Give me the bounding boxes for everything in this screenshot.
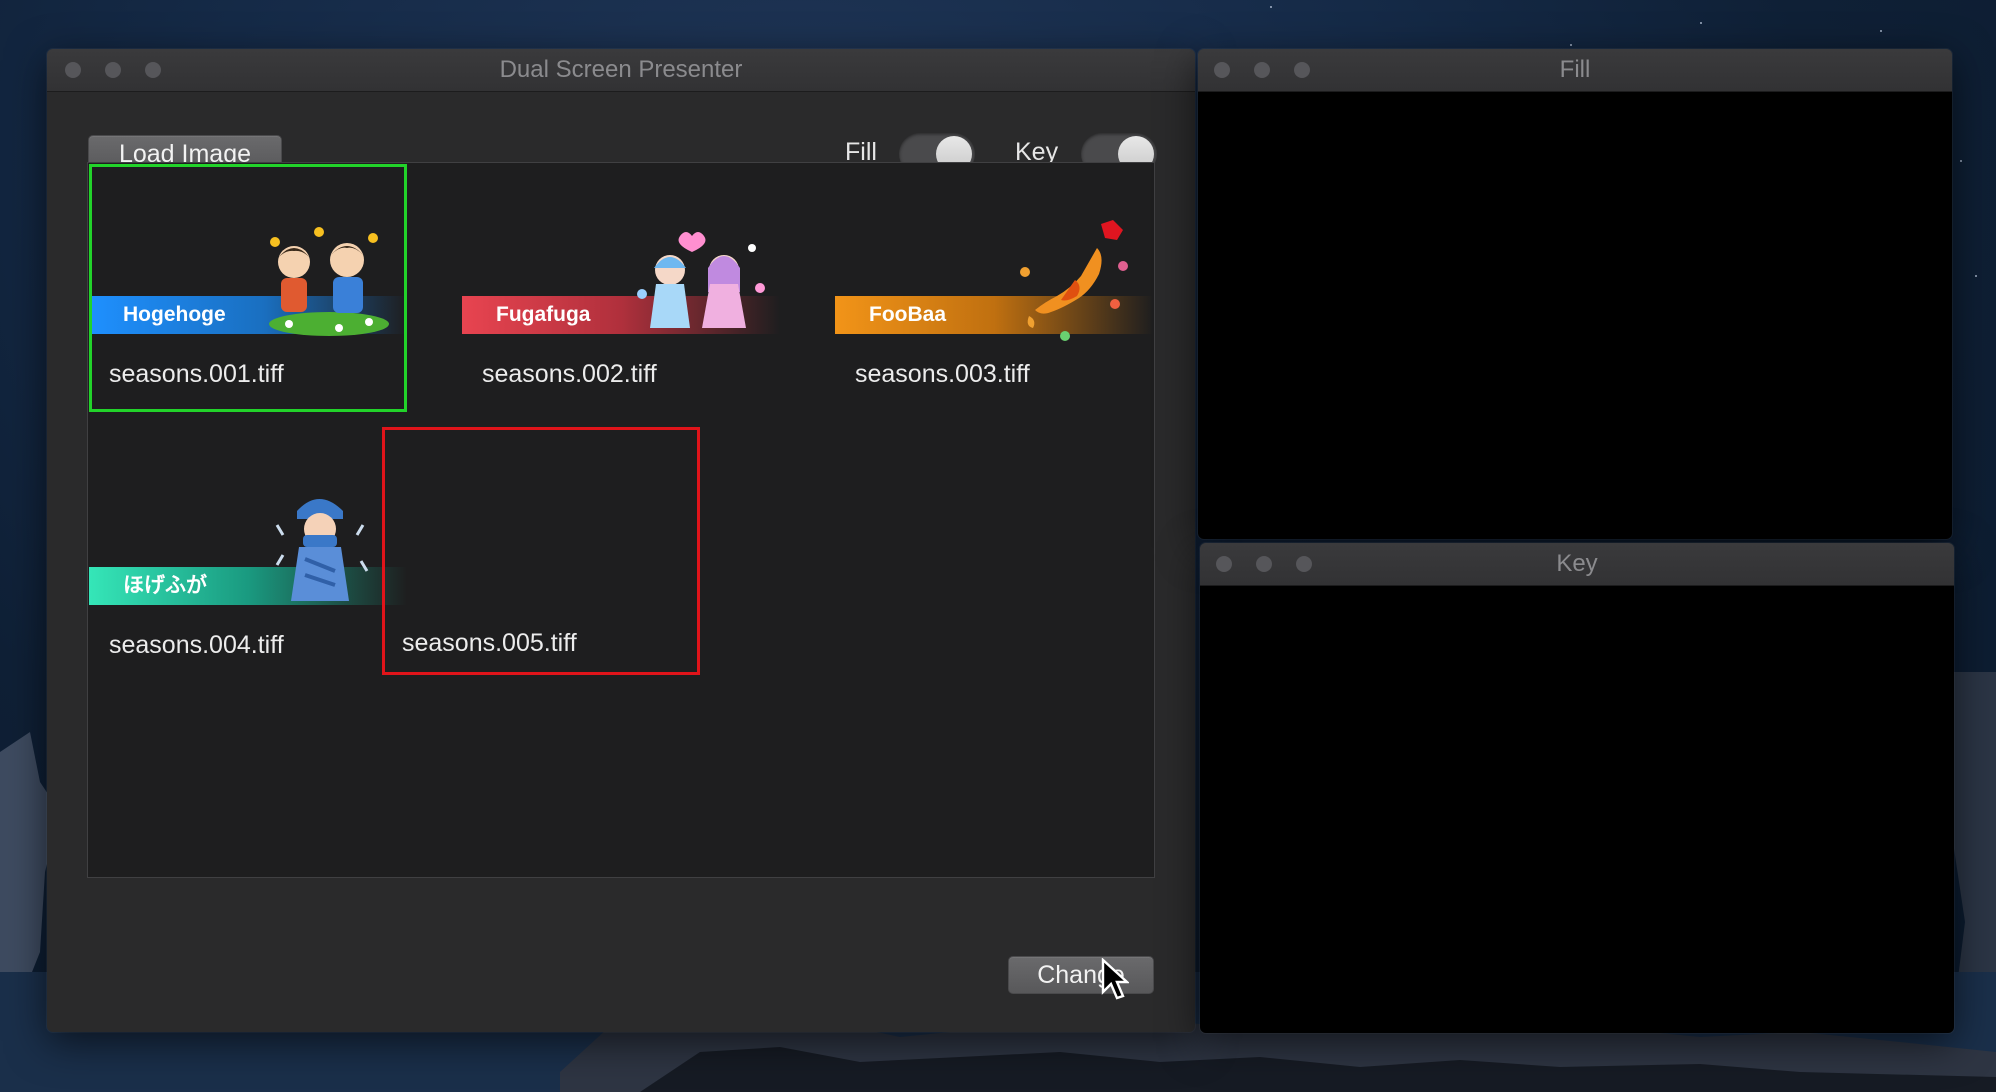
star xyxy=(1960,160,1962,162)
file-name: seasons.003.tiff xyxy=(855,360,1030,388)
image-tile[interactable]: Fugafuga seasons.002.tiff xyxy=(462,164,780,412)
banner-label: FooBaa xyxy=(869,303,947,326)
selection-frame-red xyxy=(382,427,700,675)
fill-output-view xyxy=(1198,92,1952,539)
image-tile[interactable]: ほげふが seasons.004.tiff xyxy=(89,435,407,683)
key-window: Key xyxy=(1200,543,1954,1033)
japan-map-illustration xyxy=(1020,220,1128,341)
banner-label: ほげふが xyxy=(123,574,207,597)
image-grid: Hogehoge seasons.001.tiff Fugafuga seaso… xyxy=(87,162,1155,878)
cold-person-illustration xyxy=(275,499,369,601)
couple-illustration xyxy=(637,232,765,328)
banner-label: Fugafuga xyxy=(496,303,591,326)
star xyxy=(1880,30,1882,32)
mouse-cursor-icon xyxy=(1101,958,1129,1000)
star xyxy=(1700,22,1702,24)
file-name: seasons.002.tiff xyxy=(482,360,657,388)
image-tile[interactable]: FooBaa seasons.003.tiff xyxy=(835,164,1153,412)
image-tile[interactable]: seasons.005.tiff xyxy=(382,427,700,675)
main-window: Dual Screen Presenter Load Image Fill Ke… xyxy=(47,49,1195,1032)
star xyxy=(1570,44,1572,46)
star xyxy=(1270,6,1272,8)
titlebar[interactable]: Fill xyxy=(1198,49,1952,92)
titlebar[interactable]: Dual Screen Presenter xyxy=(47,49,1195,92)
titlebar[interactable]: Key xyxy=(1200,543,1954,586)
window-title: Fill xyxy=(1559,56,1591,83)
selection-frame-green xyxy=(89,164,407,412)
window-title: Dual Screen Presenter xyxy=(499,56,743,83)
file-name: seasons.004.tiff xyxy=(109,631,284,659)
image-tile[interactable]: Hogehoge seasons.001.tiff xyxy=(89,164,407,412)
star xyxy=(1975,275,1977,277)
fill-window: Fill xyxy=(1198,49,1952,539)
change-button[interactable]: Change xyxy=(1008,956,1154,994)
key-output-view xyxy=(1200,586,1954,1033)
window-title: Key xyxy=(1556,550,1598,577)
